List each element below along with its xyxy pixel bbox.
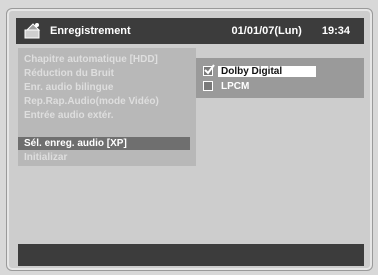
submenu-arrow-icon	[180, 137, 188, 149]
recording-icon	[22, 20, 44, 42]
checkbox-checked-icon[interactable]	[203, 64, 215, 76]
date-display: 01/01/07(Lun)	[231, 25, 302, 37]
status-bar	[18, 244, 364, 266]
option-dolby-digital[interactable]: Dolby Digital	[203, 64, 316, 78]
time-display: 19:34	[321, 25, 350, 37]
option-lpcm[interactable]: LPCM	[203, 79, 252, 93]
option-label: Dolby Digital	[218, 65, 316, 77]
option-label: LPCM	[221, 80, 250, 92]
page-title: Enregistrement	[50, 25, 131, 37]
menu-item-rep-rap-audio[interactable]: Rep.Rap.Audio(mode Vidéo)	[18, 95, 190, 108]
menu-item-reduction-bruit[interactable]: Réduction du Bruit	[18, 67, 190, 80]
menu-item-entree-audio[interactable]: Entrée audio extér.	[18, 109, 190, 122]
submenu-panel: Dolby Digital LPCM	[196, 58, 364, 98]
menu-item-chapitre-automatique[interactable]: Chapitre automatique [HDD]	[18, 53, 190, 66]
title-bar: Enregistrement 01/01/07(Lun) 19:34	[16, 18, 364, 44]
menu-item-enr-audio-bilingue[interactable]: Enr. audio bilingue	[18, 81, 190, 94]
menu-item-sel-enreg-audio[interactable]: Sél. enreg. audio [XP]	[18, 137, 190, 150]
checkbox-unchecked-icon[interactable]	[203, 81, 213, 91]
menu-panel: Chapitre automatique [HDD] Réduction du …	[18, 48, 196, 166]
menu-item-initializar[interactable]: Initializar	[18, 151, 190, 164]
